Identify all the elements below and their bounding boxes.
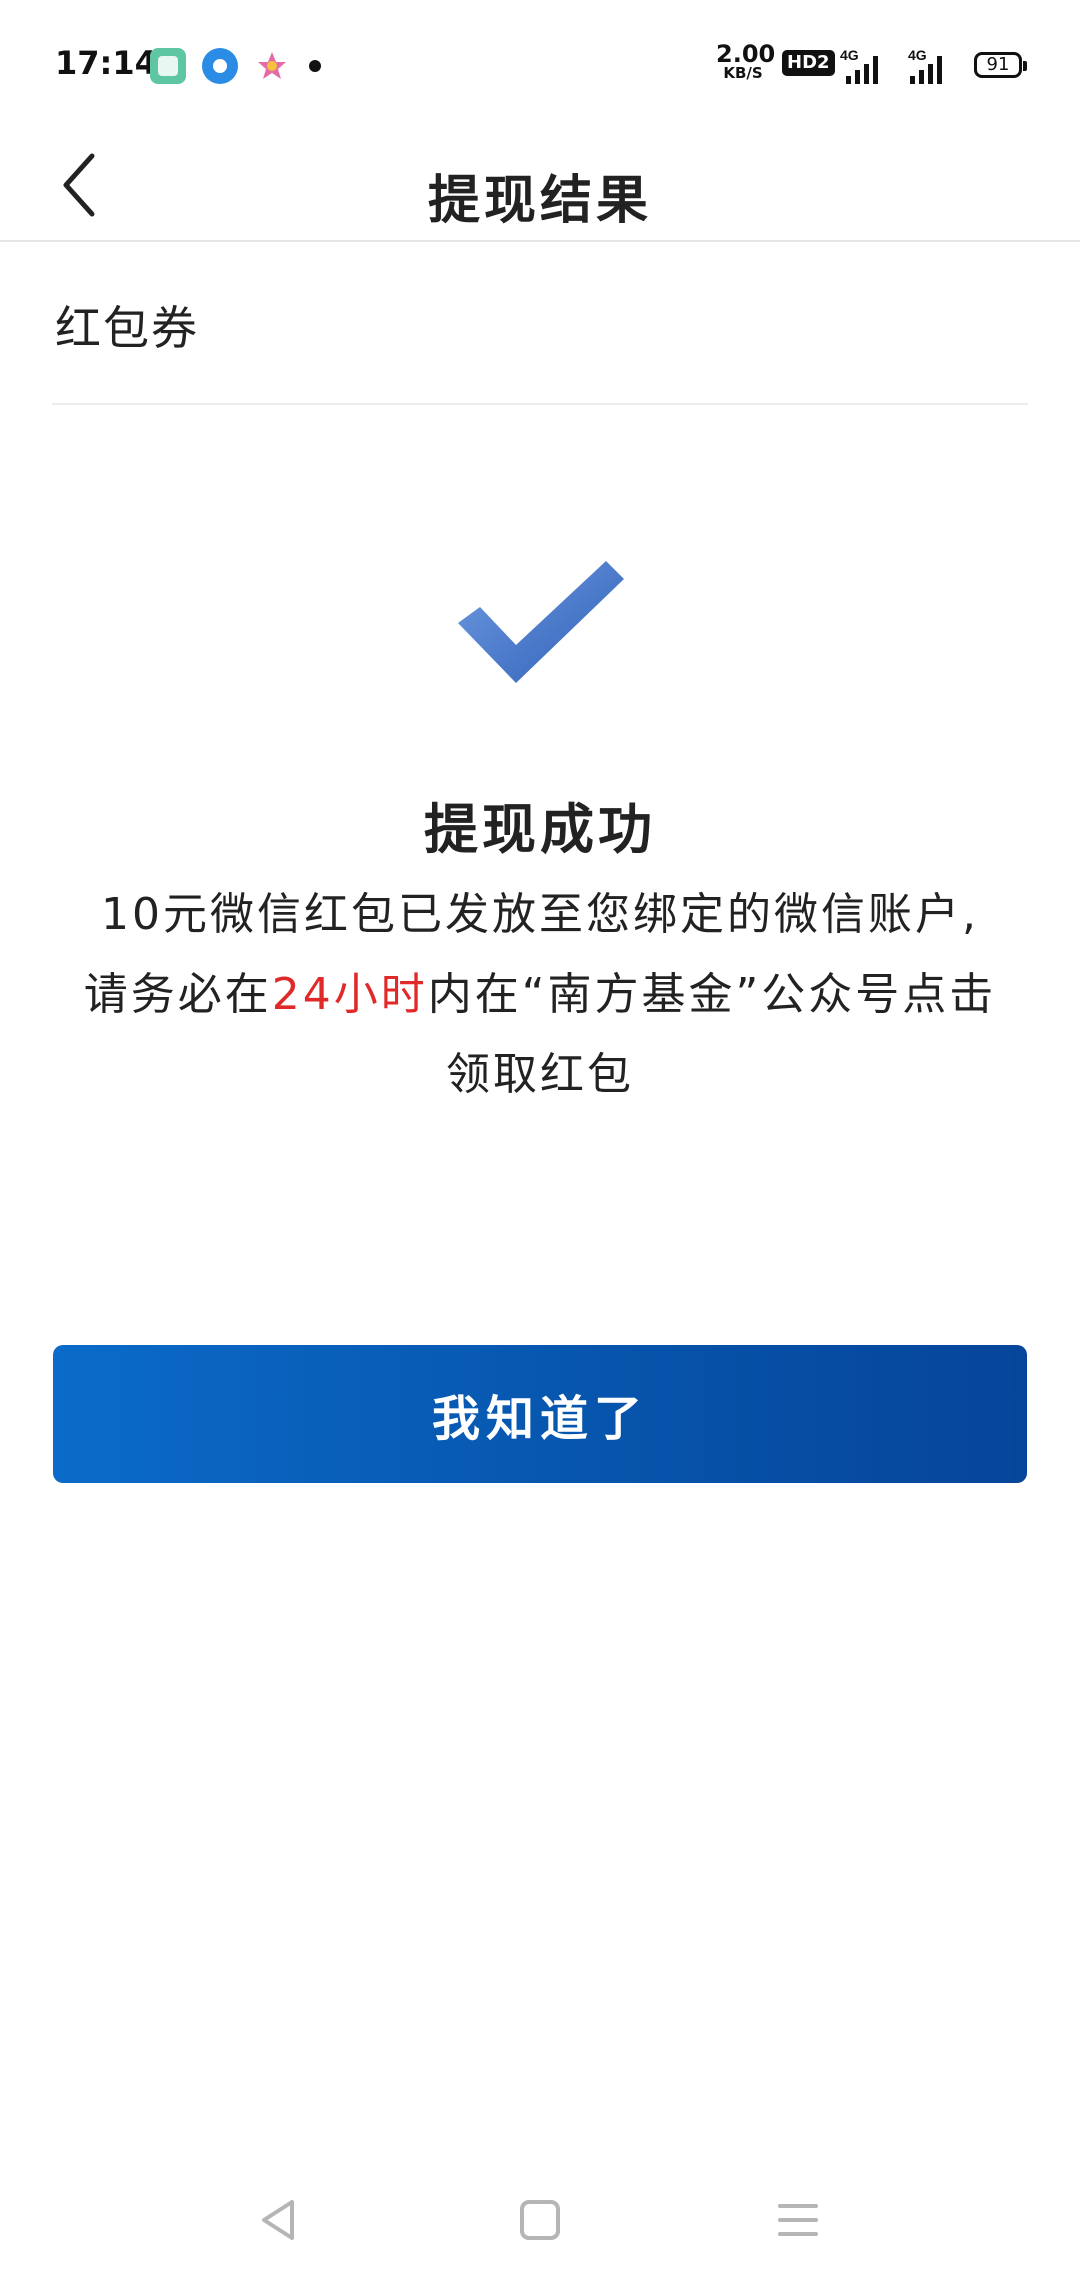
network-speed: 2.00 KB/S (716, 40, 776, 82)
nav-menu-button[interactable] (768, 2190, 828, 2250)
notification-star-icon (254, 48, 290, 84)
svg-text:4G: 4G (840, 47, 859, 63)
section-label: 红包券 (55, 301, 199, 355)
checkmark-icon (458, 561, 624, 683)
notification-dot-icon (309, 60, 321, 72)
status-time: 17:14 (55, 44, 157, 82)
signal-icon: 4G (840, 46, 898, 86)
result-message: 10元微信红包已发放至您绑定的微信账户, 请务必在24小时内在“南方基金”公众号… (70, 875, 1010, 1115)
square-home-icon (520, 2200, 560, 2240)
navigation-bar (0, 2160, 1080, 2280)
message-prefix: 请务必在 (83, 969, 272, 1020)
status-bar: 17:14 2.00 KB/S HD2 4G 4G 91 (0, 0, 1080, 130)
page-title: 提现结果 (427, 171, 652, 231)
result-title: 提现成功 (424, 798, 656, 861)
triangle-back-icon (262, 2200, 294, 2240)
message-highlight: 24小时 (271, 969, 428, 1020)
message-line-1: 10元微信红包已发放至您绑定的微信账户, (101, 889, 979, 940)
notification-circle-icon (202, 48, 238, 84)
confirm-button[interactable]: 我知道了 (53, 1345, 1027, 1483)
svg-text:4G: 4G (908, 47, 927, 63)
signal-icon-2: 4G (902, 46, 960, 86)
header: 提现结果 (0, 130, 1080, 242)
nav-back-button[interactable] (250, 2190, 310, 2250)
battery-icon: 91 (974, 52, 1027, 78)
menu-lines-icon (778, 2204, 818, 2236)
hd-badge: HD2 (782, 50, 835, 76)
notification-app-icon (150, 48, 186, 84)
nav-home-button[interactable] (510, 2190, 570, 2250)
divider (52, 403, 1028, 405)
message-suffix: 内在“南方基金”公众号点击领取红包 (427, 969, 997, 1100)
